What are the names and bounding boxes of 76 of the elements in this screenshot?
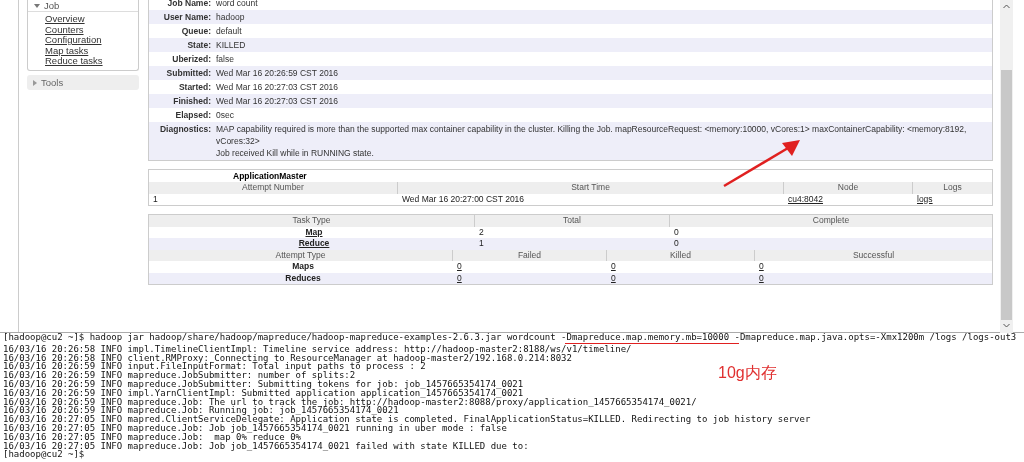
field-value: KILLED	[216, 39, 247, 51]
column-header: Task Type	[149, 215, 475, 227]
terminal-line: 16/03/16 20:26:59 INFO mapreduce.JobSubmitter: Submitting tokens for job: job_1457665354174_0021	[3, 380, 524, 389]
task-type-link[interactable]: Reduce	[298, 238, 330, 248]
table-cell-text: Wed Mar 16 20:27:00 CST 2016	[401, 193, 526, 205]
terminal-line: 16/03/16 20:27:05 INFO mapreduce.Job: Job job_1457665354174_0021 failed with state KILLED due to:	[3, 441, 529, 451]
terminal-line: 16/03/16 20:26:58 INFO impl.TimelineClientImpl: Timeline service address: http://hadoop-master2:8188/ws/v1/timeline/	[3, 344, 632, 354]
sidebar-link[interactable]: Map tasks	[45, 45, 138, 56]
column-header: Complete	[811, 215, 851, 227]
count-link[interactable]: 0	[611, 261, 616, 271]
terminal-line: 16/03/16 20:26:59 INFO impl.YarnClientImpl: Submitted application application_1457665354174_0021	[3, 388, 524, 398]
sidebar-link[interactable]: Overview	[45, 14, 138, 25]
field-label: Job Name:	[166, 0, 212, 10]
column-header: Failed	[453, 249, 607, 261]
node-link[interactable]: cu4:8042	[788, 193, 823, 204]
field-value: Wed Mar 16 20:26:59 CST 2016	[216, 67, 340, 79]
field-label: State:	[186, 39, 212, 52]
column-header: Start Time	[398, 182, 784, 194]
column-header: Attempt Number	[149, 182, 398, 194]
field-label: Elapsed:	[174, 109, 212, 122]
table-cell-text: 1	[478, 238, 485, 250]
terminal-line: 16/03/16 20:26:59 INFO mapreduce.Job: The url to track the job: http://hadoop-master2:8088/proxy/application_1457665354174_0021/	[3, 397, 697, 407]
sidebar-link[interactable]: Reduce tasks	[45, 56, 138, 67]
field-label: Diagnostics:	[159, 123, 212, 136]
sidebar-section-header[interactable]: Job	[44, 0, 60, 11]
table-cell: Reduces	[285, 272, 321, 283]
field-label: Submitted:	[165, 67, 212, 80]
field-label: Started:	[177, 81, 212, 94]
scrollbar[interactable]	[1000, 0, 1013, 333]
column-header: Total	[475, 215, 670, 227]
terminal-line: 16/03/16 20:27:05 INFO mapreduce.Job: map 0% reduce 0%	[3, 432, 301, 442]
table-cell: Maps	[292, 261, 314, 271]
count-link[interactable]: 0	[759, 272, 764, 283]
field-value: false	[216, 53, 235, 65]
field-value: 0sec	[216, 109, 235, 121]
count-link[interactable]: 0	[457, 272, 462, 283]
sidebar-link[interactable]: Configuration	[45, 35, 138, 46]
table-cell-text: 2	[478, 226, 485, 238]
column-header: Killed	[607, 249, 755, 261]
column-header: Successful	[851, 249, 896, 261]
terminal-line: 16/03/16 20:27:05 INFO mapreduce.Job: Job job_1457665354174_0021 running in uber mode : false	[3, 423, 507, 433]
terminal-line: 16/03/16 20:26:59 INFO mapreduce.Job: Running job: job_1457665354174_0021	[3, 406, 399, 416]
field-label: User Name:	[162, 11, 212, 24]
sidebar-link[interactable]: Counters	[45, 24, 138, 35]
terminal-line: [hadoop@cu2 ~]$ hadoop jar hadoop/share/hadoop/mapreduce/hadoop-mapreduce-examples-2.6.3.jar wordcount -Dmapreduce.map.memory.mb=10000 -Dmapreduce.map.java.opts=-Xmx1200m /logs /logs-out3	[3, 333, 1017, 342]
count-link[interactable]: 0	[457, 261, 462, 271]
logs-link[interactable]: logs	[917, 193, 933, 204]
table-cell-text: 0	[673, 226, 680, 238]
sidebar-section-header[interactable]: Tools	[41, 76, 64, 88]
terminal-line: 16/03/16 20:26:59 INFO mapreduce.JobSubmitter: number of splits:2	[3, 371, 356, 380]
field-label: Queue:	[180, 25, 212, 38]
field-value: Wed Mar 16 20:27:03 CST 2016	[216, 81, 340, 93]
field-label: Finished:	[172, 95, 212, 108]
terminal-line: [hadoop@cu2 ~]$	[3, 450, 85, 460]
table-cell-text: 0	[673, 238, 680, 250]
annotation-text: 10g内存	[718, 363, 777, 383]
field-value: Wed Mar 16 20:27:03 CST 2016	[216, 95, 340, 107]
table-title: ApplicationMaster	[232, 170, 308, 182]
terminal-line: 16/03/16 20:26:59 INFO input.FileInputFormat: Total input paths to process : 2	[3, 362, 426, 372]
field-value: Job received Kill while in RUNNING state.	[216, 147, 375, 159]
column-header: Logs	[942, 182, 963, 194]
count-link[interactable]: 0	[759, 261, 764, 271]
caret-down-icon[interactable]	[34, 4, 40, 9]
table-cell-text: 1	[152, 193, 159, 205]
field-value: default	[216, 25, 243, 37]
field-value: word count	[216, 0, 259, 9]
terminal-line: 16/03/16 20:27:05 INFO mapred.ClientServiceDelegate: Application state is completed. FinalApplicationStatus=KILLED. Redirecting to job history server	[3, 415, 811, 424]
column-header: Node	[784, 182, 913, 194]
column-header: Attempt Type	[149, 249, 453, 261]
field-label: Uberized:	[171, 53, 212, 66]
count-link[interactable]: 0	[611, 272, 616, 283]
field-value: hadoop	[216, 11, 246, 23]
field-value: MAP capability required is more than the supported max container capability in the cluster. Killing the Job. mapResourceRequest: <memory:10000, vCores:1> maxContainerCapability: <memory:8192, vCores:32>	[216, 123, 968, 147]
task-type-link[interactable]: Map	[305, 226, 323, 237]
caret-right-icon[interactable]	[33, 80, 37, 86]
terminal-line: 16/03/16 20:26:58 INFO client.RMProxy: Connecting to ResourceManager at hadoop-master2/192.168.0.214:8032	[3, 353, 572, 363]
